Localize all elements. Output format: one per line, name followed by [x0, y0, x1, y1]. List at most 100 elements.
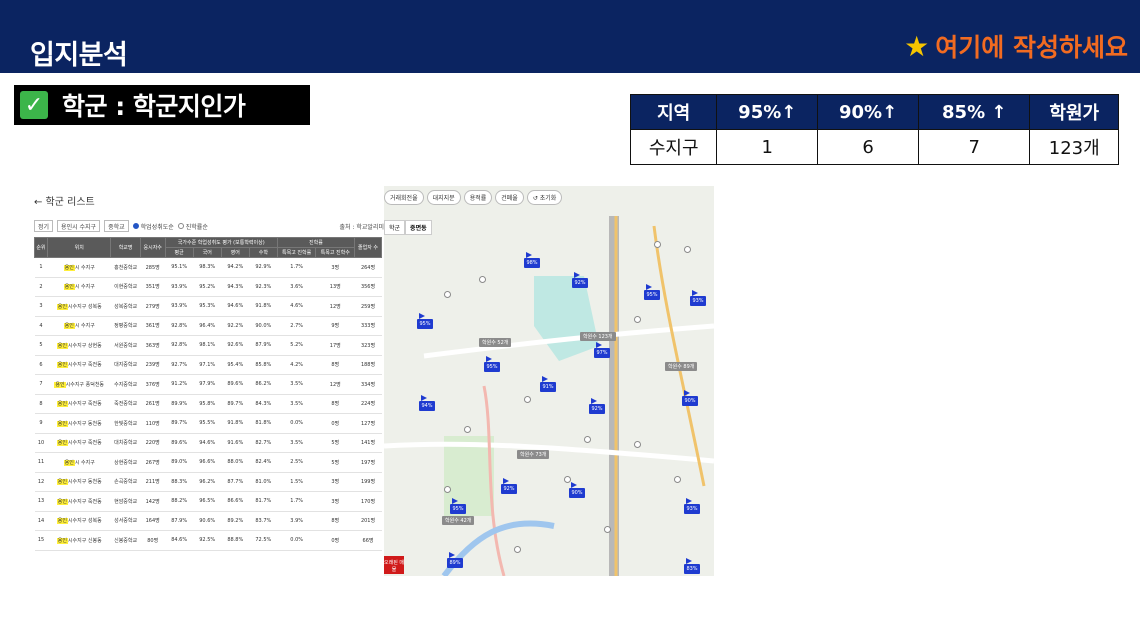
- school-flag-marker[interactable]: 98%: [524, 252, 540, 268]
- poi-marker-icon[interactable]: [479, 276, 486, 283]
- poi-marker-icon[interactable]: [444, 486, 451, 493]
- table-row[interactable]: 9 용인시수지구 동천동 한빛중학교 110명 89.7% 95.5% 91.8% 81.8%…: [34, 413, 382, 434]
- poi-marker-icon[interactable]: [674, 476, 681, 483]
- school-flag-marker[interactable]: 97%: [594, 342, 610, 358]
- table-row[interactable]: 15 용인시수지구 신봉동 신봉중학교 80명 84.6% 92.5% 88.8% 72.5%…: [34, 530, 382, 551]
- school-flag-marker[interactable]: 95%: [484, 356, 500, 372]
- school-flag-marker[interactable]: 91%: [540, 376, 556, 392]
- cell-english: 94.6%: [221, 296, 250, 317]
- cell-examinees: 361명: [140, 316, 166, 336]
- mode-school-district[interactable]: 학군: [384, 220, 406, 235]
- school-flag-marker[interactable]: 92%: [572, 272, 588, 288]
- radio-admission[interactable]: 진학률순: [177, 222, 208, 231]
- tab-turnover[interactable]: 거래회전율: [384, 190, 424, 205]
- school-flag-marker[interactable]: 90%: [682, 390, 698, 406]
- table-row[interactable]: 3 용인시수지구 성복동 성복중학교 279명 93.9% 95.3% 94.6% 91.8%…: [34, 296, 382, 317]
- table-row[interactable]: 1 용인시 수지구 홍천중학교 285명 95.1% 98.3% 94.2% 92.9% 1.7…: [34, 257, 382, 278]
- old-listing-badge[interactable]: 오래된 매물: [384, 556, 404, 574]
- stats-header-region: 지역: [629, 94, 718, 130]
- cell-avg: 89.7%: [165, 413, 194, 434]
- cell-english: 89.7%: [221, 394, 250, 414]
- tab-coverage-ratio[interactable]: 건폐율: [495, 190, 524, 205]
- cell-math: 86.2%: [249, 374, 278, 395]
- cell-graduates: 264명: [354, 257, 382, 278]
- cell-graduates: 170명: [354, 491, 382, 512]
- table-row[interactable]: 2 용인시 수지구 이현중학교 351명 93.9% 95.2% 94.3% 92.3% 3.6…: [34, 277, 382, 297]
- cell-examinees: 211명: [140, 472, 166, 492]
- poi-marker-icon[interactable]: [564, 476, 571, 483]
- tab-land-share[interactable]: 대지지분: [426, 190, 461, 205]
- cell-location: 용인시 수지구: [47, 452, 111, 473]
- academy-count-marker[interactable]: 학원수 73개: [517, 450, 550, 459]
- school-flag-marker[interactable]: 92%: [589, 398, 605, 414]
- table-row[interactable]: 6 용인시수지구 죽전동 대지중학교 239명 92.7% 97.1% 95.4% 85.8%…: [34, 355, 382, 375]
- table-row[interactable]: 7 용인시수지구 풍덕천동 수지중학교 376명 91.2% 97.9% 89.6% 86.2…: [34, 374, 382, 395]
- cell-avg: 88.3%: [165, 472, 194, 492]
- cell-korean: 96.4%: [193, 316, 222, 336]
- col-examinees: 응시자수: [139, 237, 166, 258]
- cell-special-rate: 3.5%: [277, 433, 316, 453]
- cell-location: 용인시 수지구: [47, 277, 111, 297]
- school-flag-marker[interactable]: 95%: [417, 313, 433, 329]
- cell-rank: 8: [34, 394, 48, 414]
- school-flag-marker[interactable]: 92%: [501, 478, 517, 494]
- tab-floor-area-ratio[interactable]: 용적률: [463, 190, 493, 205]
- table-row[interactable]: 11 용인시 수지구 상현중학교 267명 89.0% 96.6% 88.0% 82.4% 2.…: [34, 452, 382, 473]
- school-flag-marker[interactable]: 89%: [447, 552, 463, 568]
- school-flag-marker[interactable]: 93%: [684, 498, 700, 514]
- stats-header-row: 지역 95%↑ 90%↑ 85% ↑ 학원가: [629, 94, 1119, 130]
- school-flag-marker[interactable]: 94%: [419, 395, 435, 411]
- radio-achievement[interactable]: 학업성취도순: [132, 222, 174, 231]
- cell-korean: 92.5%: [193, 530, 222, 551]
- school-flag-marker[interactable]: 95%: [644, 284, 660, 300]
- poi-marker-icon[interactable]: [684, 246, 691, 253]
- school-flag-marker[interactable]: 90%: [569, 482, 585, 498]
- stats-value-85: 7: [917, 129, 1031, 165]
- map-panel[interactable]: 거래회전율 대지지분 용적률 건폐율 ↺ 초기화 학군 중면동 98% 92% 95…: [384, 186, 714, 576]
- location-highlight: 용인: [56, 303, 68, 310]
- table-row[interactable]: 4 용인시 수지구 정평중학교 361명 92.8% 96.4% 92.2% 90.0% 2.7…: [34, 316, 382, 336]
- map-filter-tabs: 거래회전율 대지지분 용적률 건폐율 ↺ 초기화: [384, 190, 563, 205]
- stats-value-90: 6: [817, 129, 919, 165]
- cell-special-rate: 5.2%: [277, 335, 316, 356]
- table-row[interactable]: 8 용인시수지구 죽전동 죽전중학교 261명 89.9% 95.8% 89.7% 84.3%…: [34, 394, 382, 414]
- school-flag-marker[interactable]: 95%: [450, 498, 466, 514]
- table-row[interactable]: 14 용인시수지구 성복동 성서중학교 164명 87.9% 90.6% 89.2% 83.7…: [34, 511, 382, 531]
- school-flag-marker[interactable]: 83%: [684, 558, 700, 574]
- poi-marker-icon[interactable]: [514, 546, 521, 553]
- poi-marker-icon[interactable]: [604, 526, 611, 533]
- location-rest: 시수지구 동천동: [67, 479, 102, 486]
- cell-math: 90.0%: [249, 316, 278, 336]
- region-select[interactable]: 용인시 수지구: [57, 220, 101, 232]
- poi-marker-icon[interactable]: [584, 436, 591, 443]
- reset-button[interactable]: ↺ 초기화: [526, 190, 563, 205]
- academy-count-marker[interactable]: 학원수 52개: [479, 338, 512, 347]
- period-select[interactable]: 정기: [34, 220, 54, 232]
- mode-neighborhood[interactable]: 중면동: [405, 220, 432, 235]
- poi-marker-icon[interactable]: [444, 291, 451, 298]
- academy-count-marker[interactable]: 학원수 89개: [665, 362, 698, 371]
- table-row[interactable]: 10 용인시수지구 죽전동 대치중학교 220명 89.6% 94.6% 91.6% 82.7…: [34, 433, 382, 453]
- table-row[interactable]: 13 용인시수지구 죽전동 현암중학교 142명 88.2% 96.5% 86.6% 81.7…: [34, 491, 382, 512]
- school-table-group-header: 순위 위치 학교명 응시자수 국가수준 학업성취도 평가 (보통학력이상) 진학…: [33, 237, 382, 258]
- poi-marker-icon[interactable]: [654, 241, 661, 248]
- cell-school: 손곡중학교: [110, 472, 141, 492]
- cell-graduates: 127명: [354, 413, 382, 434]
- location-rest: 시수지구 풍덕천동: [65, 381, 105, 388]
- table-row[interactable]: 5 용인시수지구 상현동 서원중학교 363명 92.8% 98.1% 92.6% 87.9%…: [34, 335, 382, 356]
- cell-special-rate: 1.5%: [277, 472, 316, 492]
- poi-marker-icon[interactable]: [464, 426, 471, 433]
- poi-marker-icon[interactable]: [634, 316, 641, 323]
- cell-examinees: 220명: [140, 433, 166, 453]
- academy-count-marker[interactable]: 학원수 123개: [580, 332, 616, 341]
- table-row[interactable]: 12 용인시수지구 동천동 손곡중학교 211명 88.3% 96.2% 87.7% 81.0…: [34, 472, 382, 492]
- back-link[interactable]: ← 학군 리스트: [34, 193, 95, 208]
- stats-header-academy: 학원가: [1029, 94, 1119, 130]
- school-level-select[interactable]: 중학교: [104, 220, 129, 232]
- poi-marker-icon[interactable]: [524, 396, 531, 403]
- cell-math: 87.9%: [249, 335, 278, 356]
- top-header-bar: 입지분석 ★ 여기에 작성하세요: [0, 0, 1140, 73]
- poi-marker-icon[interactable]: [634, 441, 641, 448]
- school-flag-marker[interactable]: 93%: [690, 290, 706, 306]
- academy-count-marker[interactable]: 학원수 42개: [442, 516, 475, 525]
